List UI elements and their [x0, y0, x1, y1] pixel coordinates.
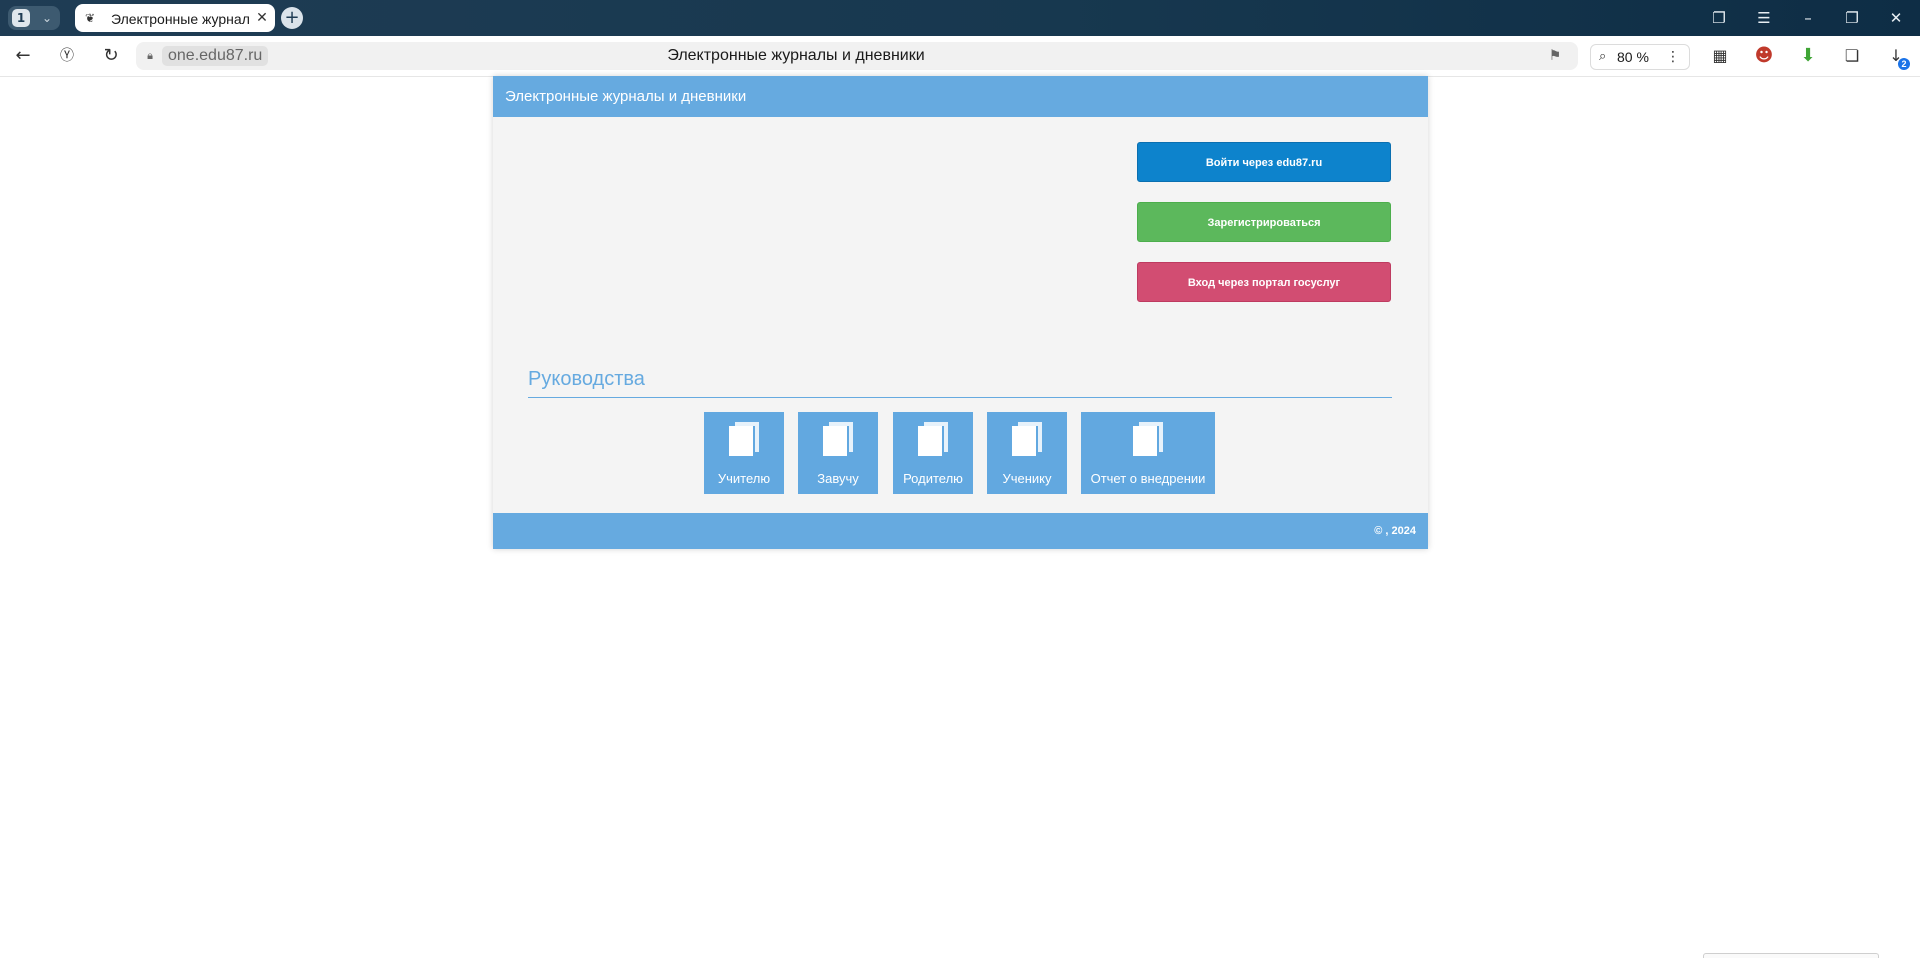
guide-label: Учителю	[717, 471, 771, 486]
browser-toolbar: ← Ⓨ ↻ 🔒︎ one.edu87.ru Электронные журнал…	[0, 36, 1920, 77]
book-icon	[1133, 422, 1163, 456]
back-arrow-icon[interactable]: ←	[11, 44, 35, 68]
bottom-popup-edge	[1703, 953, 1879, 958]
close-tab-icon[interactable]: ✕	[253, 9, 271, 27]
site-favicon-icon: ❦	[85, 11, 96, 25]
bookmark-icon[interactable]: ⚑	[1546, 47, 1564, 65]
guide-parent-tile[interactable]: Родителю	[893, 412, 973, 494]
guide-label: Отчет о внедрении	[1090, 471, 1206, 486]
guide-label: Завучу	[817, 471, 859, 486]
extension-avatar-icon[interactable]: ☻	[1752, 44, 1776, 68]
book-icon	[918, 422, 948, 456]
guides-divider	[528, 397, 1392, 398]
address-page-title: Электронные журналы и дневники	[667, 47, 925, 64]
page-header: Электронные журналы и дневники	[493, 76, 1428, 117]
guide-label: Родителю	[903, 471, 963, 486]
reload-icon[interactable]: ↻	[99, 44, 123, 68]
extensions-icon[interactable]: ❏	[1840, 44, 1864, 68]
tab-count-badge: 1	[12, 9, 30, 27]
search-icon: ⌕	[1599, 49, 1607, 64]
minimize-window-icon[interactable]: –	[1795, 6, 1821, 30]
gosuslugi-login-button[interactable]: Вход через портал госуслуг	[1137, 262, 1391, 302]
more-options-icon[interactable]: ⋮	[1665, 48, 1681, 66]
guide-teacher-tile[interactable]: Учителю	[704, 412, 784, 494]
guide-student-tile[interactable]: Ученику	[987, 412, 1067, 494]
book-icon	[1012, 422, 1042, 456]
page-footer: © , 2024	[493, 513, 1428, 549]
page-header-title: Электронные журналы и дневники	[505, 88, 747, 105]
page-container: Электронные журналы и дневники Войти чер…	[493, 76, 1428, 549]
browser-tab-strip: 1 ⌄ ❦ Электронные журналы и дневники ✕ +…	[0, 0, 1920, 36]
register-button[interactable]: Зарегистрироваться	[1137, 202, 1391, 242]
lock-icon: 🔒︎	[147, 49, 153, 62]
download-extension-icon[interactable]: ⬇	[1796, 44, 1820, 68]
guide-label: Ученику	[1002, 471, 1052, 486]
guide-implementation-report-tile[interactable]: Отчет о внедрении	[1081, 412, 1215, 494]
chevron-down-icon: ⌄	[41, 11, 53, 25]
footer-copyright: © , 2024	[1374, 525, 1416, 537]
tab-title: Электронные журналы и дневники	[111, 11, 249, 27]
browser-tab-active[interactable]: ❦ Электронные журналы и дневники ✕	[75, 4, 275, 32]
downloads-count-badge: 2	[1898, 58, 1910, 70]
book-icon	[823, 422, 853, 456]
tabs-collections-icon[interactable]: ❐	[1706, 6, 1732, 30]
close-window-icon[interactable]: ✕	[1883, 6, 1909, 30]
guide-head-teacher-tile[interactable]: Завучу	[798, 412, 878, 494]
hamburger-menu-icon[interactable]: ☰	[1751, 6, 1777, 30]
zoom-control[interactable]: ⌕ 80 % ⋮	[1590, 44, 1690, 70]
yandex-logo-icon[interactable]: Ⓨ	[55, 44, 79, 68]
address-bar[interactable]: 🔒︎ one.edu87.ru Электронные журналы и дн…	[136, 42, 1578, 70]
new-tab-button[interactable]: +	[281, 7, 303, 29]
guides-section-title: Руководства	[528, 368, 645, 390]
book-icon	[729, 422, 759, 456]
restore-window-icon[interactable]: ❐	[1839, 6, 1865, 30]
address-domain[interactable]: one.edu87.ru	[162, 46, 269, 66]
zoom-level: 80 %	[1617, 49, 1649, 65]
qr-code-icon[interactable]: ▦	[1708, 44, 1732, 68]
login-edu87-button[interactable]: Войти через edu87.ru	[1137, 142, 1391, 182]
tab-counter-button[interactable]: 1 ⌄	[8, 6, 60, 30]
